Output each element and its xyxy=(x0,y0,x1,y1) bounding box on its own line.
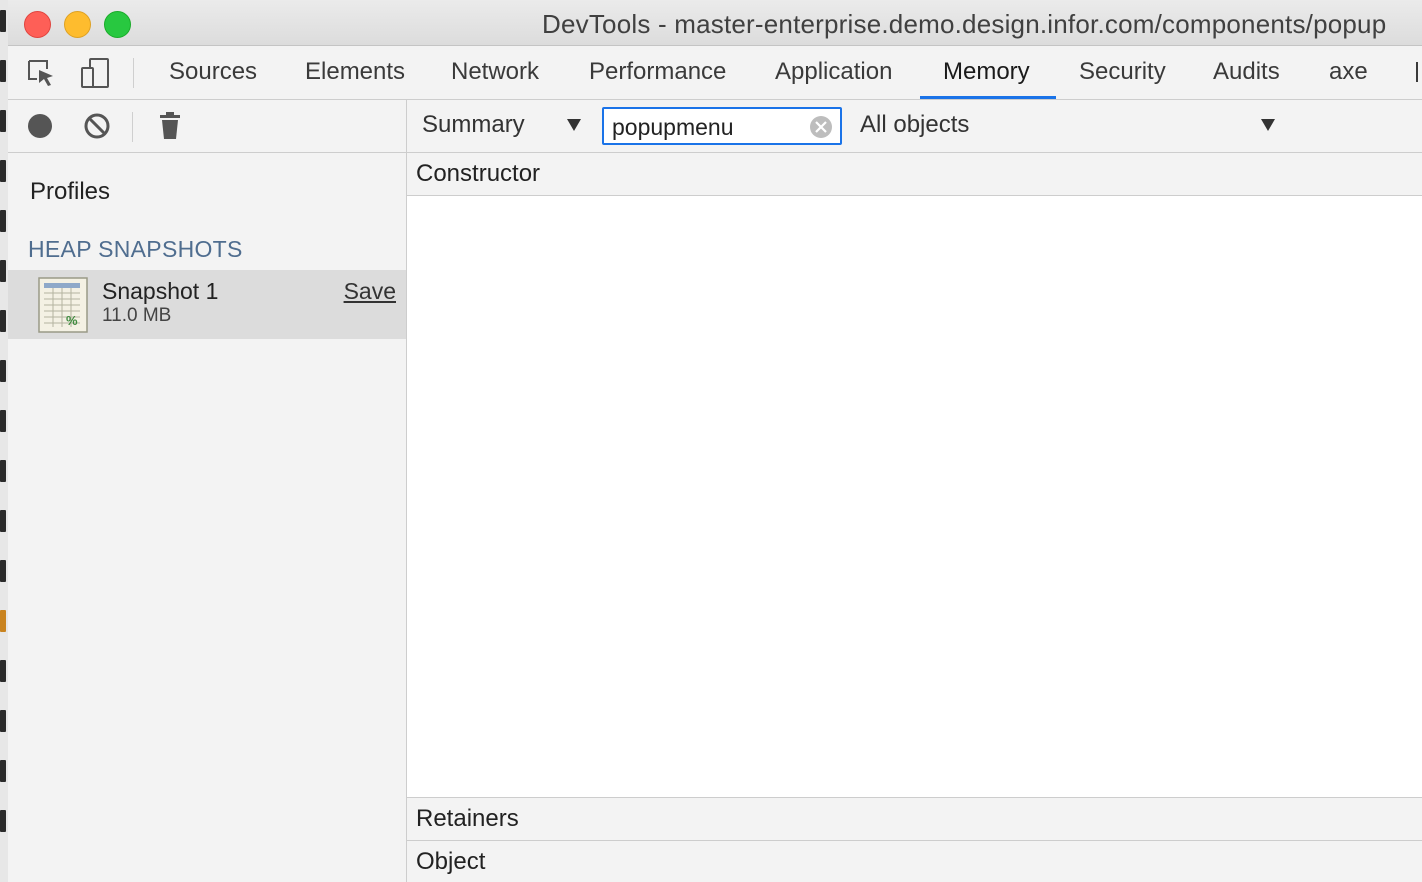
record-icon[interactable] xyxy=(25,111,55,141)
constructor-column-header[interactable]: Constructor xyxy=(407,153,1422,196)
tab-sources[interactable]: Sources xyxy=(169,46,257,99)
profiles-sidebar: Profiles HEAP SNAPSHOTS % Snapshot 1 11.… xyxy=(8,100,407,882)
collect-garbage-icon[interactable] xyxy=(155,111,185,141)
heap-snapshots-section-label: HEAP SNAPSHOTS xyxy=(28,236,243,262)
objects-range-select[interactable]: All objects xyxy=(860,111,969,139)
retainers-header[interactable]: Retainers xyxy=(407,797,1422,841)
class-filter-field[interactable] xyxy=(602,107,842,145)
element-picker-icon[interactable] xyxy=(24,56,58,90)
tab-elements[interactable]: Elements xyxy=(305,46,405,99)
snapshot-toolbar: Summary All objects xyxy=(407,100,1422,153)
tab-performance[interactable]: Performance xyxy=(589,46,726,99)
svg-text:%: % xyxy=(66,313,78,328)
perspective-select[interactable]: Summary xyxy=(422,111,525,139)
toolbar-divider xyxy=(133,58,134,88)
snapshot-size: 11.0 MB xyxy=(102,305,172,326)
tab-application[interactable]: Application xyxy=(775,46,892,99)
retainers-label: Retainers xyxy=(416,805,519,832)
window-title: DevTools - master-enterprise.demo.design… xyxy=(542,9,1387,39)
chevron-down-icon[interactable] xyxy=(567,119,581,131)
profiles-heading: Profiles xyxy=(30,178,111,205)
snapshot-name: Snapshot 1 xyxy=(102,278,219,304)
tab-overflow-partial[interactable] xyxy=(1414,46,1422,99)
tab-axe[interactable]: axe xyxy=(1329,46,1368,99)
clear-all-icon[interactable] xyxy=(82,111,112,141)
minimize-window-button[interactable] xyxy=(64,11,91,38)
heap-snapshot-icon: % xyxy=(38,277,88,333)
clear-filter-icon[interactable] xyxy=(809,115,833,139)
snapshot-list-item[interactable]: % Snapshot 1 11.0 MB Save xyxy=(8,270,406,339)
chevron-down-icon[interactable] xyxy=(1261,119,1275,131)
device-toolbar-icon[interactable] xyxy=(78,56,112,90)
save-snapshot-link[interactable]: Save xyxy=(344,278,396,305)
profiles-toolbar xyxy=(8,100,406,153)
tab-audits[interactable]: Audits xyxy=(1213,46,1280,99)
close-window-button[interactable] xyxy=(24,11,51,38)
main-tab-bar: Sources Elements Network Performance App… xyxy=(8,46,1422,100)
object-column-header[interactable]: Object xyxy=(407,841,1422,882)
devtools-window: DevTools - master-enterprise.demo.design… xyxy=(8,0,1422,882)
maximize-window-button[interactable] xyxy=(104,11,131,38)
title-bar: DevTools - master-enterprise.demo.design… xyxy=(8,0,1422,46)
heap-snapshot-view: Summary All objects Constructor Retai xyxy=(407,100,1422,882)
class-filter-input[interactable] xyxy=(612,113,802,141)
constructor-grid xyxy=(407,196,1422,797)
column-header-label: Constructor xyxy=(416,160,541,187)
toolbar-divider xyxy=(132,112,133,142)
tab-memory[interactable]: Memory xyxy=(920,46,1056,99)
object-label: Object xyxy=(416,848,486,875)
tab-security[interactable]: Security xyxy=(1079,46,1166,99)
tab-network[interactable]: Network xyxy=(451,46,539,99)
